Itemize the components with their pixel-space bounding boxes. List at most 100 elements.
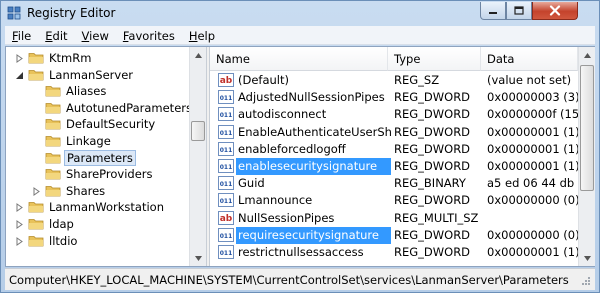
tree-item[interactable]: Shares xyxy=(6,183,189,199)
value-type: REG_DWORD xyxy=(394,245,471,259)
value-name: EnableAuthenticateUserShari... xyxy=(238,124,391,139)
scroll-down-arrow[interactable] xyxy=(579,250,595,266)
column-header-name[interactable]: Name xyxy=(210,47,388,71)
value-type: REG_DWORD xyxy=(394,227,471,242)
value-data: 0x00000003 (3) xyxy=(487,90,579,105)
menu-label-rest: dit xyxy=(52,29,68,43)
value-data: 0x00000000 (0) xyxy=(487,193,579,208)
expand-arrow-right-icon[interactable] xyxy=(15,220,24,229)
svg-text:011: 011 xyxy=(220,181,233,188)
menu-favorites[interactable]: Favorites xyxy=(116,26,182,44)
tree-item[interactable]: lltdio xyxy=(6,233,189,249)
value-name: enableforcedlogoff xyxy=(238,141,346,156)
binary-value-icon: 011 xyxy=(218,159,234,173)
binary-value-icon: 011 xyxy=(218,124,234,139)
menu-help[interactable]: Help xyxy=(182,26,222,44)
menu-file[interactable]: File xyxy=(5,26,38,44)
tree-item[interactable]: ldap xyxy=(6,216,189,232)
table-row[interactable]: ab NullSessionPipes REG_MULTI_SZ xyxy=(210,210,578,227)
svg-text:011: 011 xyxy=(220,250,233,257)
scroll-down-arrow[interactable] xyxy=(190,250,206,266)
value-data: (value not set) xyxy=(487,73,572,87)
tree-item[interactable]: KtmRm xyxy=(6,50,189,66)
svg-text:011: 011 xyxy=(220,130,233,137)
value-type: REG_MULTI_SZ xyxy=(394,210,479,225)
scroll-thumb[interactable] xyxy=(580,65,594,191)
value-name: (Default) xyxy=(238,73,289,87)
folder-icon xyxy=(45,102,61,114)
expand-arrow-right-icon[interactable] xyxy=(15,236,24,246)
table-row[interactable]: 011 Guid REG_BINARY a5 ed 06 44 db c... xyxy=(210,175,579,192)
value-type: REG_DWORD xyxy=(394,193,471,208)
maximize-icon xyxy=(514,5,524,15)
svg-text:011: 011 xyxy=(220,164,233,171)
tree-scrollbar[interactable] xyxy=(189,47,206,266)
svg-text:011: 011 xyxy=(220,147,233,154)
string-value-icon: ab xyxy=(218,73,234,87)
value-type: REG_DWORD xyxy=(394,159,471,173)
column-header-data[interactable]: Data xyxy=(481,47,578,71)
tree-item-label: lltdio xyxy=(49,233,78,248)
column-header-type[interactable]: Type xyxy=(388,47,481,71)
table-row[interactable]: 011 restrictnullsessaccess REG_DWORD 0x0000… xyxy=(210,244,579,261)
tree-item-label: Aliases xyxy=(66,84,107,99)
expand-arrow-down-icon[interactable] xyxy=(15,71,24,80)
tree-item[interactable]: Aliases xyxy=(6,83,189,99)
expand-arrow-right-icon[interactable] xyxy=(32,186,41,196)
value-type: REG_DWORD xyxy=(394,107,471,122)
menu-view[interactable]: View xyxy=(75,26,116,44)
window-title: Registry Editor xyxy=(27,6,116,20)
title-bar[interactable]: Registry Editor xyxy=(1,1,599,25)
value-data: 0x00000001 (1) xyxy=(487,124,579,139)
list-scrollbar[interactable] xyxy=(578,47,595,266)
table-row[interactable]: 011 Lmannounce REG_DWORD 0x00000000 (0) xyxy=(210,192,579,209)
tree-item-label: Shares xyxy=(66,183,106,198)
menu-label-tail: vorites xyxy=(135,29,175,43)
tree-item[interactable]: LanmanServer xyxy=(6,67,189,83)
arrow-up-icon xyxy=(194,52,202,58)
expand-arrow-right-icon[interactable] xyxy=(15,203,24,213)
value-name: autodisconnect xyxy=(238,107,327,122)
tree-item[interactable]: DefaultSecurity xyxy=(6,116,189,132)
binary-value-icon: 011 xyxy=(218,107,234,122)
values-list[interactable]: Name Type Data ab (Default) REG_SZ (value n… xyxy=(210,47,594,266)
tree-item[interactable]: Parameters xyxy=(6,149,189,166)
scroll-thumb[interactable] xyxy=(191,121,205,141)
value-name: enablesecuritysignature xyxy=(236,158,391,175)
tree-item-label: ldap xyxy=(49,217,74,231)
resize-grip-icon[interactable] xyxy=(579,276,591,288)
menu-label-rest: iew xyxy=(89,29,109,43)
arrow-down-icon xyxy=(583,255,591,261)
table-row[interactable]: 011 enableforcedlogoff REG_DWORD 0x00000001… xyxy=(210,141,579,158)
svg-text:011: 011 xyxy=(220,198,233,205)
value-data: 0x00000001 (1) xyxy=(487,159,579,173)
binary-value-icon: 011 xyxy=(218,141,234,156)
value-data: 0x0000000f (15) xyxy=(487,107,579,122)
binary-value-icon: 011 xyxy=(218,227,234,242)
table-row[interactable]: 011 EnableAuthenticateUserShari...REG_DWO… xyxy=(210,124,579,141)
menu-edit[interactable]: Edit xyxy=(38,26,74,44)
scroll-up-arrow[interactable] xyxy=(190,47,206,63)
tree-item[interactable]: Linkage xyxy=(6,133,189,149)
value-type: REG_DWORD xyxy=(394,124,471,139)
close-button[interactable] xyxy=(532,2,578,20)
tree-item[interactable]: LanmanWorkstation xyxy=(6,199,189,215)
scroll-up-arrow[interactable] xyxy=(579,47,595,63)
table-row[interactable]: 011 autodisconnect REG_DWORD 0x0000000f (15… xyxy=(210,106,579,123)
main-content: KtmRm LanmanServer Aliases AutotunedParamet… xyxy=(5,46,595,267)
key-tree[interactable]: KtmRm LanmanServer Aliases AutotunedParamet… xyxy=(6,47,206,266)
tree-item-label: LanmanServer xyxy=(49,67,133,82)
maximize-button[interactable] xyxy=(506,2,532,20)
table-row[interactable]: 011 requiresecuritysignature REG_DWORD 0x00… xyxy=(210,226,579,244)
tree-item[interactable]: AutotunedParameters xyxy=(6,100,192,116)
minimize-button[interactable] xyxy=(480,2,506,20)
tree-item-label: AutotunedParameters xyxy=(66,100,192,115)
table-row[interactable]: 011 AdjustedNullSessionPipes REG_DWORD 0x00… xyxy=(210,89,579,106)
binary-value-icon: 011 xyxy=(218,193,234,208)
table-row[interactable]: ab (Default) REG_SZ (value not set) xyxy=(210,72,578,89)
value-type: REG_SZ xyxy=(394,73,440,87)
expand-arrow-right-icon[interactable] xyxy=(15,54,24,63)
tree-item[interactable]: ShareProviders xyxy=(6,166,189,182)
table-row[interactable]: 011 enablesecuritysignature REG_DWORD 0x000… xyxy=(210,158,579,175)
folder-icon xyxy=(45,152,61,163)
